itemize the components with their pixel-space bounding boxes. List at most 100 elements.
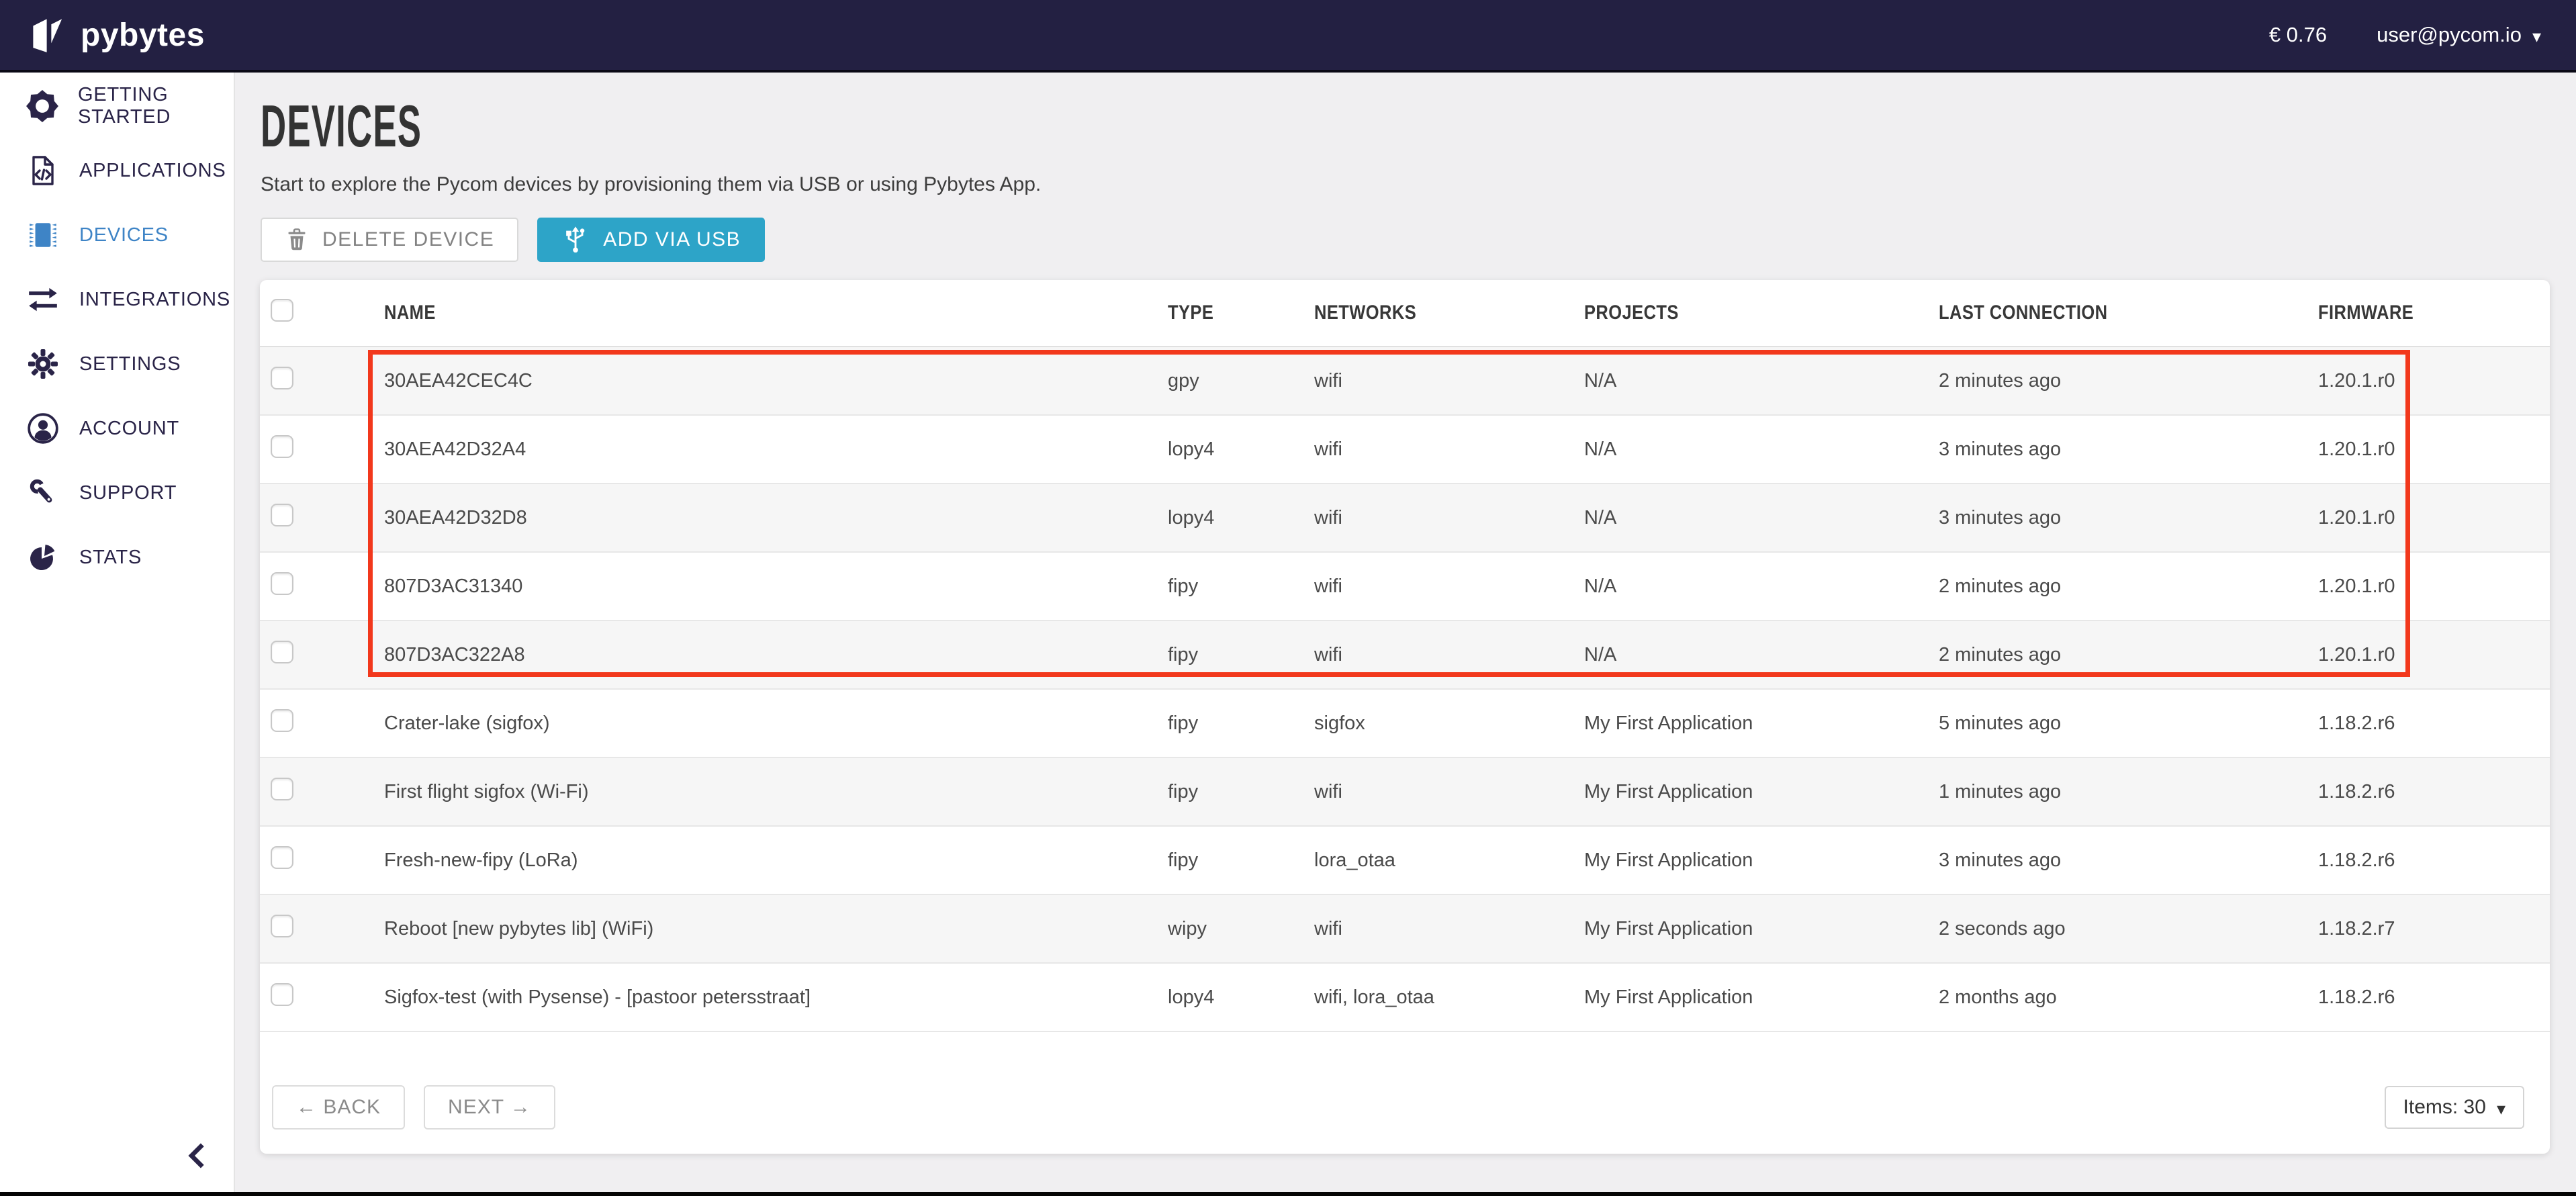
device-projects-cell: N/A	[1584, 644, 1939, 666]
account-balance: € 0.76	[2269, 23, 2327, 47]
caret-down-icon: ▾	[2497, 1099, 2505, 1119]
row-checkbox-cell	[260, 367, 384, 395]
sidebar: GETTING STARTED APPLICATIONS	[0, 73, 235, 1192]
table-row[interactable]: 30AEA42D32A4lopy4wifiN/A3 minutes ago1.2…	[260, 416, 2550, 484]
sidebar-items: GETTING STARTED APPLICATIONS	[0, 73, 234, 590]
main-content: DEVICES Start to explore the Pycom devic…	[235, 73, 2576, 1192]
header-checkbox-cell	[260, 299, 384, 327]
device-firmware-cell: 1.20.1.r0	[2318, 576, 2550, 598]
row-checkbox-cell	[260, 778, 384, 806]
row-checkbox-cell	[260, 846, 384, 874]
device-projects-cell: N/A	[1584, 439, 1939, 461]
device-networks-cell: wifi	[1314, 576, 1584, 598]
row-checkbox[interactable]	[271, 983, 293, 1006]
device-name-cell: Sigfox-test (with Pysense) - [pastoor pe…	[384, 986, 1168, 1009]
next-button[interactable]: NEXT →	[424, 1085, 555, 1130]
device-last-connection-cell: 2 minutes ago	[1939, 370, 2318, 392]
device-type-cell: lopy4	[1168, 507, 1314, 529]
device-name-cell: First flight sigfox (Wi-Fi)	[384, 781, 1168, 803]
sidebar-item-support[interactable]: SUPPORT	[0, 461, 234, 525]
sidebar-item-devices[interactable]: DEVICES	[0, 203, 234, 267]
column-header-name: NAME	[384, 302, 1168, 324]
delete-device-button[interactable]: DELETE DEVICE	[261, 218, 518, 262]
row-checkbox[interactable]	[271, 915, 293, 937]
device-firmware-cell: 1.18.2.r6	[2318, 986, 2550, 1009]
badge-icon	[26, 89, 59, 123]
column-header-firmware: FIRMWARE	[2318, 302, 2550, 324]
gear-icon	[26, 348, 60, 380]
row-checkbox-cell	[260, 709, 384, 737]
row-checkbox-cell	[260, 983, 384, 1011]
wrench-icon	[26, 477, 60, 509]
pagination: ← BACK NEXT → Items: 30 ▾	[272, 1085, 2524, 1130]
device-projects-cell: N/A	[1584, 370, 1939, 392]
delete-device-label: DELETE DEVICE	[322, 228, 494, 251]
back-button[interactable]: ← BACK	[272, 1085, 405, 1130]
row-checkbox[interactable]	[271, 641, 293, 663]
device-name-cell: 30AEA42CEC4C	[384, 370, 1168, 392]
sidebar-item-label: SUPPORT	[79, 482, 177, 504]
table-row[interactable]: First flight sigfox (Wi-Fi)fipywifiMy Fi…	[260, 758, 2550, 827]
device-last-connection-cell: 1 minutes ago	[1939, 781, 2318, 803]
column-header-last-connection: LAST CONNECTION	[1939, 302, 2318, 324]
table-row[interactable]: Crater-lake (sigfox)fipysigfoxMy First A…	[260, 690, 2550, 758]
table-row[interactable]: Sigfox-test (with Pysense) - [pastoor pe…	[260, 964, 2550, 1032]
usb-icon	[561, 226, 590, 254]
sidebar-item-stats[interactable]: STATS	[0, 525, 234, 590]
device-projects-cell: N/A	[1584, 576, 1939, 598]
table-row[interactable]: Fresh-new-fipy (LoRa)fipylora_otaaMy Fir…	[260, 827, 2550, 895]
table-row[interactable]: 807D3AC322A8fipywifiN/A2 minutes ago1.20…	[260, 621, 2550, 690]
items-per-page-label: Items: 30	[2403, 1096, 2486, 1119]
device-last-connection-cell: 2 minutes ago	[1939, 644, 2318, 666]
page-title: DEVICES	[261, 97, 2576, 156]
sidebar-item-getting-started[interactable]: GETTING STARTED	[0, 74, 234, 138]
row-checkbox[interactable]	[271, 572, 293, 595]
device-type-cell: gpy	[1168, 370, 1314, 392]
user-email: user@pycom.io	[2377, 23, 2522, 47]
select-all-checkbox[interactable]	[271, 299, 293, 322]
device-last-connection-cell: 3 minutes ago	[1939, 849, 2318, 872]
sidebar-collapse-button[interactable]	[180, 1138, 215, 1173]
device-firmware-cell: 1.18.2.r6	[2318, 712, 2550, 735]
device-firmware-cell: 1.20.1.r0	[2318, 644, 2550, 666]
device-projects-cell: My First Application	[1584, 986, 1939, 1009]
add-via-usb-button[interactable]: ADD VIA USB	[537, 218, 765, 262]
sidebar-item-settings[interactable]: SETTINGS	[0, 332, 234, 396]
row-checkbox[interactable]	[271, 846, 293, 869]
device-last-connection-cell: 2 minutes ago	[1939, 576, 2318, 598]
caret-down-icon: ▾	[2532, 26, 2541, 47]
table-row[interactable]: 30AEA42CEC4CgpywifiN/A2 minutes ago1.20.…	[260, 347, 2550, 416]
table-row[interactable]: Reboot [new pybytes lib] (WiFi)wipywifiM…	[260, 895, 2550, 964]
code-document-icon	[26, 154, 60, 187]
pycom-flags-icon	[31, 17, 67, 53]
pagination-nav: ← BACK NEXT →	[272, 1085, 555, 1130]
device-type-cell: fipy	[1168, 781, 1314, 803]
sidebar-item-integrations[interactable]: INTEGRATIONS	[0, 267, 234, 332]
device-type-cell: fipy	[1168, 576, 1314, 598]
items-per-page-dropdown[interactable]: Items: 30 ▾	[2385, 1086, 2524, 1129]
device-networks-cell: wifi	[1314, 644, 1584, 666]
device-table-card: NAME TYPE NETWORKS PROJECTS LAST CONNECT…	[260, 280, 2550, 1154]
chip-icon	[26, 218, 60, 252]
sidebar-item-applications[interactable]: APPLICATIONS	[0, 138, 234, 203]
device-networks-cell: wifi, lora_otaa	[1314, 986, 1584, 1009]
chevron-left-icon	[184, 1141, 211, 1170]
device-type-cell: fipy	[1168, 644, 1314, 666]
row-checkbox[interactable]	[271, 709, 293, 732]
device-projects-cell: My First Application	[1584, 849, 1939, 872]
user-menu[interactable]: user@pycom.io ▾	[2377, 23, 2541, 47]
table-row[interactable]: 30AEA42D32D8lopy4wifiN/A3 minutes ago1.2…	[260, 484, 2550, 553]
transfer-arrows-icon	[26, 283, 60, 316]
row-checkbox[interactable]	[271, 778, 293, 800]
sidebar-item-account[interactable]: ACCOUNT	[0, 396, 234, 461]
row-checkbox[interactable]	[271, 367, 293, 389]
pybytes-logo[interactable]: pybytes	[31, 17, 205, 54]
device-name-cell: 30AEA42D32D8	[384, 507, 1168, 529]
device-firmware-cell: 1.20.1.r0	[2318, 507, 2550, 529]
row-checkbox[interactable]	[271, 504, 293, 526]
device-name-cell: Crater-lake (sigfox)	[384, 712, 1168, 735]
table-row[interactable]: 807D3AC31340fipywifiN/A2 minutes ago1.20…	[260, 553, 2550, 621]
row-checkbox[interactable]	[271, 435, 293, 458]
row-checkbox-cell	[260, 435, 384, 463]
user-icon	[26, 412, 60, 445]
